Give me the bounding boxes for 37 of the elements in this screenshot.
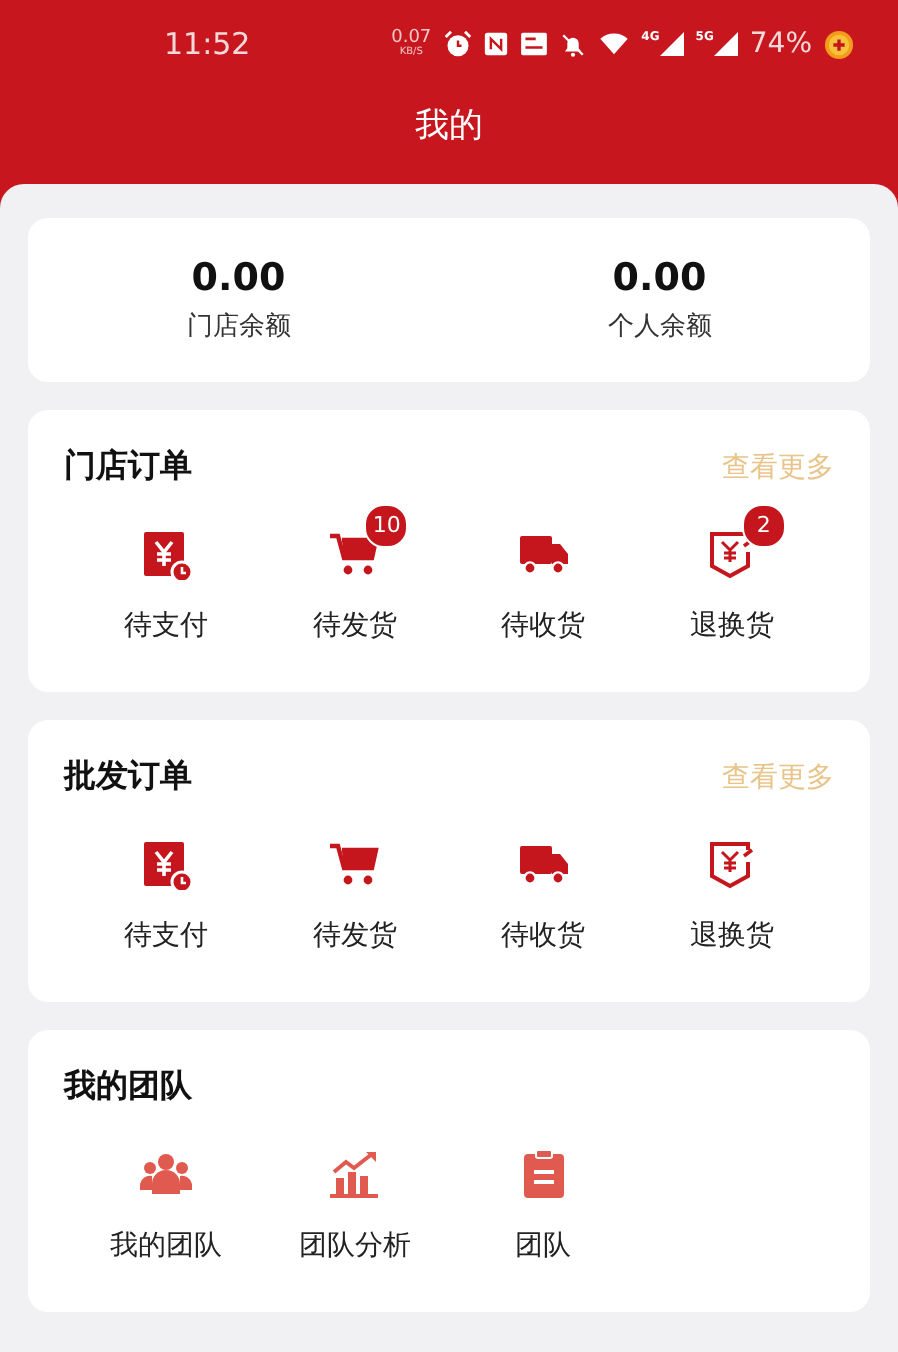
refund-icon [705, 838, 758, 890]
balance-amount: 0.00 [612, 256, 707, 300]
section-title: 我的团队 [64, 1066, 192, 1108]
balance-label: 门店余额 [186, 310, 291, 344]
order-status-item[interactable]: 待收货 [449, 500, 638, 644]
order-status-item[interactable]: 我的团队 [72, 1120, 261, 1264]
cart-icon [328, 838, 381, 890]
signal-icon [659, 32, 684, 56]
growth-chart-icon [328, 1148, 381, 1200]
alarm-icon [443, 30, 472, 58]
status-time: 11:52 [164, 26, 251, 62]
section-title: 门店订单 [64, 446, 192, 488]
payment-icon [140, 528, 193, 580]
page-title: 我的 [415, 104, 483, 148]
order-status-item[interactable]: 退换货 [637, 810, 826, 954]
order-status-item[interactable]: 待发货 [260, 810, 449, 954]
count-badge: 2 [741, 504, 786, 548]
order-status-item[interactable]: 2 退换货 [637, 500, 826, 644]
group-icon [140, 1148, 193, 1200]
order-status-item[interactable]: 10 待发货 [260, 500, 449, 644]
balance-amount: 0.00 [191, 256, 286, 300]
muted-bell-icon [559, 31, 586, 57]
section-title: 批发订单 [64, 756, 192, 798]
order-status-item[interactable]: 待支付 [72, 500, 261, 644]
balance-label: 个人余额 [607, 310, 712, 344]
wifi-icon [597, 32, 630, 56]
network-speed: 0.07 [391, 30, 432, 48]
battery-level: 74% [749, 28, 812, 60]
count-badge: 10 [364, 504, 409, 548]
order-status-item[interactable]: 待支付 [72, 810, 261, 954]
order-status-item[interactable]: 团队分析 [260, 1120, 449, 1264]
battery-saver-icon [824, 29, 854, 59]
order-status-item[interactable]: 团队 [449, 1120, 638, 1264]
payment-icon [140, 838, 193, 890]
order-status-item[interactable]: 待收货 [449, 810, 638, 954]
signal-icon [713, 32, 738, 56]
nfc-icon [483, 32, 508, 56]
